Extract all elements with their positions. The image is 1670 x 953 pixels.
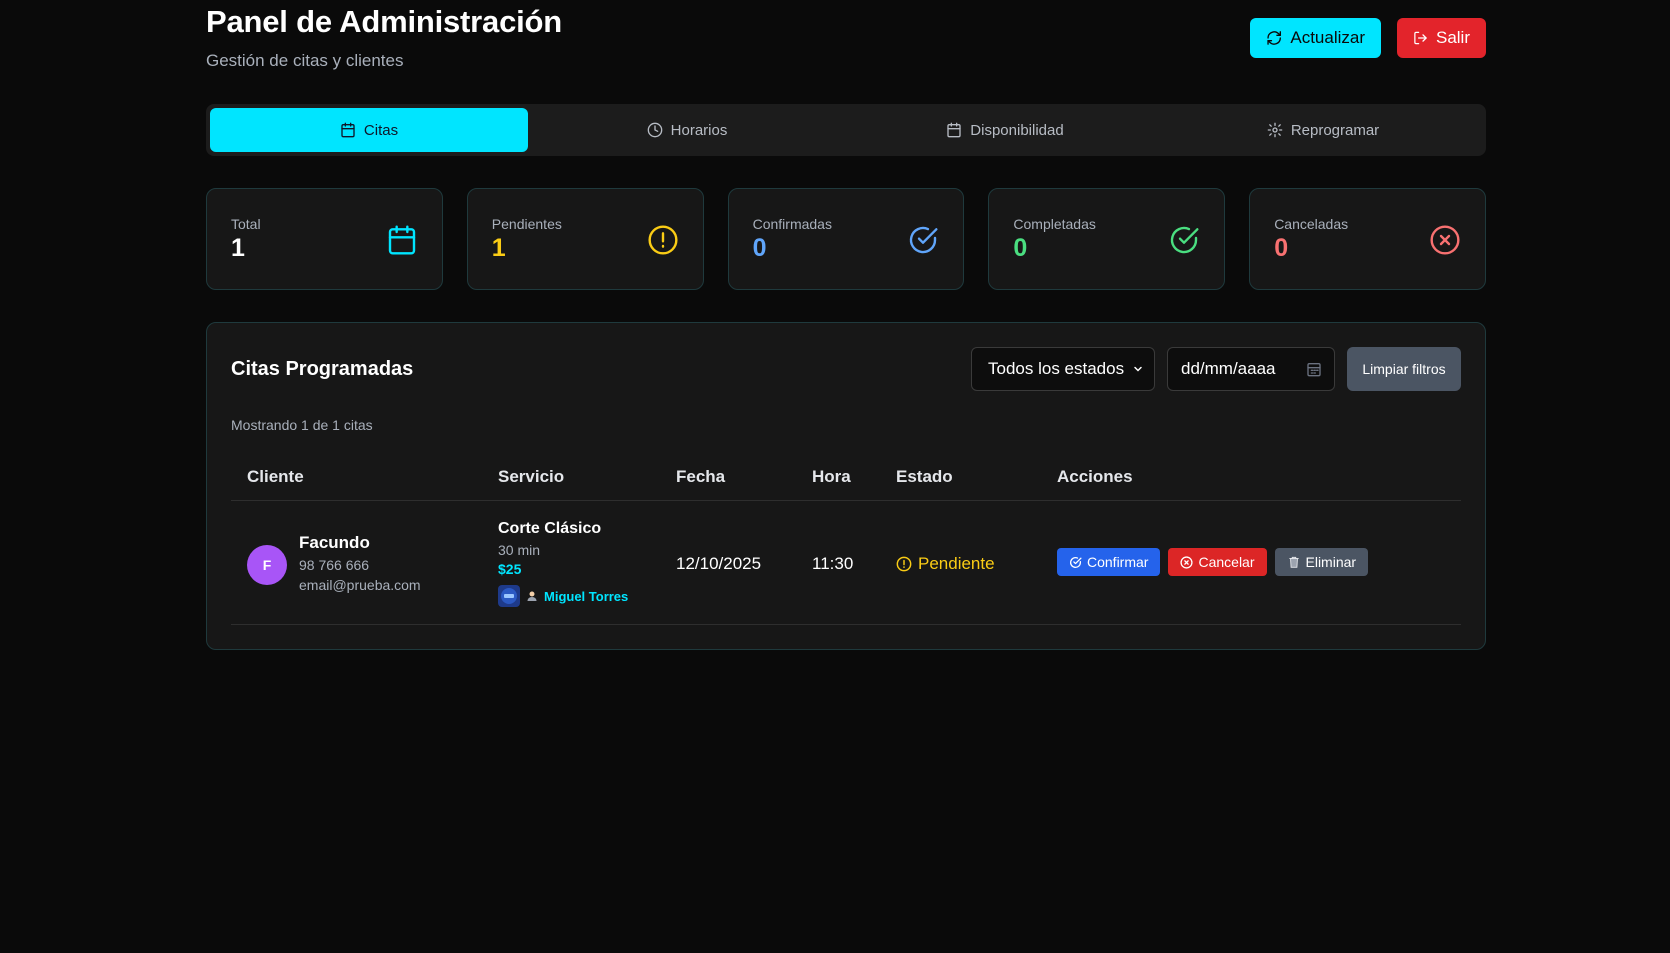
confirm-button[interactable]: Confirmar — [1057, 548, 1161, 576]
calendar-icon — [947, 122, 961, 138]
client-email: email@prueba.com — [299, 577, 421, 593]
stat-card-cancelled: Canceladas 0 — [1249, 188, 1486, 290]
appointments-panel: Citas Programadas Todos los estados dd/m… — [206, 322, 1486, 650]
status-label: Pendiente — [918, 554, 995, 573]
barber-logo — [498, 585, 520, 607]
service-duration: 30 min — [498, 542, 541, 558]
table-header: Cliente Servicio Fecha Hora Estado Accio… — [231, 463, 1461, 501]
clear-filters-button[interactable]: Limpiar filtros — [1347, 347, 1461, 391]
confirm-label: Confirmar — [1087, 554, 1149, 570]
stat-value: 0 — [1013, 234, 1028, 262]
barber-name: Miguel Torres — [544, 588, 629, 604]
check-circle-icon — [1070, 556, 1082, 568]
user-icon — [527, 591, 537, 601]
column-header-status: Estado — [896, 467, 953, 486]
calendar-icon — [388, 225, 415, 255]
logout-icon — [1414, 31, 1427, 45]
column-header-date: Fecha — [676, 467, 726, 486]
page-title: Panel de Administración — [206, 4, 563, 39]
tab-label: Reprogramar — [1290, 121, 1380, 139]
check-circle-icon — [1171, 226, 1199, 254]
column-header-time: Hora — [812, 467, 851, 486]
table-row: F Facundo 98 766 666 email@prueba.com Co… — [231, 501, 1461, 625]
barber-info: Miguel Torres — [498, 585, 628, 607]
appointment-time: 11:30 — [812, 554, 854, 573]
status-badge: Pendiente — [896, 554, 995, 574]
column-header-actions: Acciones — [1057, 467, 1133, 486]
alert-circle-icon — [648, 225, 678, 255]
tab-label: Disponibilidad — [970, 121, 1064, 139]
service-price: $25 — [498, 561, 522, 577]
admin-page: Panel de Administración Gestión de citas… — [0, 0, 1670, 953]
page-subtitle: Gestión de citas y clientes — [206, 51, 404, 70]
stat-card-completed: Completadas 0 — [988, 188, 1226, 290]
stat-card-pending: Pendientes 1 — [466, 188, 704, 290]
client-phone: 98 766 666 — [299, 557, 370, 573]
chevron-down-icon — [1134, 366, 1142, 372]
tab-horarios[interactable]: Horarios — [528, 108, 846, 152]
stat-label: Completadas — [1013, 216, 1096, 232]
date-placeholder: dd/mm/aaaa — [1181, 359, 1276, 378]
page-header: Panel de Administración Gestión de citas… — [206, 0, 1486, 90]
x-circle-icon — [1430, 225, 1460, 255]
calendar-icon[interactable] — [1306, 361, 1322, 377]
stat-value: 1 — [491, 234, 506, 262]
tab-label: Horarios — [670, 121, 728, 139]
refresh-icon — [1267, 31, 1281, 45]
tab-reprogramar[interactable]: Reprogramar — [1164, 108, 1482, 152]
panel-title: Citas Programadas — [231, 358, 414, 380]
stat-label: Total — [231, 216, 261, 232]
status-filter-select[interactable]: Todos los estados — [971, 347, 1155, 391]
refresh-label: Actualizar — [1290, 28, 1365, 47]
trash-icon — [1288, 556, 1299, 568]
filters-bar: Todos los estados dd/mm/aaaa Limpiar fil… — [971, 347, 1461, 391]
tab-citas[interactable]: Citas — [210, 108, 528, 152]
appointment-date: 12/10/2025 — [676, 554, 762, 573]
stat-value: 0 — [752, 234, 767, 262]
stat-card-confirmed: Confirmadas 0 — [727, 188, 965, 290]
column-header-service: Servicio — [498, 467, 565, 486]
date-filter-input[interactable]: dd/mm/aaaa — [1167, 347, 1335, 391]
column-header-client: Cliente — [247, 467, 304, 486]
alert-circle-icon — [896, 556, 912, 572]
results-count: Mostrando 1 de 1 citas — [231, 417, 373, 433]
delete-label: Eliminar — [1305, 554, 1357, 570]
logout-button[interactable]: Salir — [1397, 18, 1486, 58]
stat-value: 0 — [1274, 234, 1289, 262]
service-name: Corte Clásico — [498, 520, 602, 537]
cancel-label: Cancelar — [1198, 554, 1255, 570]
tab-bar: Citas Horarios Disponibilidad Reprograma… — [206, 104, 1486, 156]
row-actions: Confirmar Cancelar Eliminar — [1057, 548, 1369, 576]
delete-button[interactable]: Eliminar — [1274, 548, 1369, 576]
clock-icon — [647, 122, 662, 138]
check-circle-icon — [910, 226, 938, 254]
barbershop-logo-icon — [501, 588, 517, 604]
stat-label: Canceladas — [1274, 216, 1349, 232]
status-filter-value: Todos los estados — [988, 359, 1125, 378]
stat-card-total: Total 1 — [206, 188, 443, 290]
calendar-icon — [341, 122, 355, 138]
refresh-button[interactable]: Actualizar — [1250, 18, 1381, 58]
cancel-button[interactable]: Cancelar — [1168, 548, 1267, 576]
logout-label: Salir — [1435, 28, 1470, 47]
client-name: Facundo — [299, 533, 370, 552]
tab-label: Citas — [363, 121, 399, 139]
header-actions: Actualizar Salir — [1250, 18, 1486, 58]
stat-value: 1 — [231, 234, 245, 262]
x-circle-icon — [1180, 555, 1194, 569]
stat-label: Confirmadas — [752, 216, 832, 232]
main-container: Panel de Administración Gestión de citas… — [206, 0, 1486, 650]
stat-label: Pendientes — [491, 216, 562, 232]
gear-icon — [1267, 122, 1283, 138]
avatar: F — [247, 545, 287, 585]
tab-disponibilidad[interactable]: Disponibilidad — [846, 108, 1164, 152]
stats-row: Total 1 Pendientes 1 Confirmadas 0 Compl… — [206, 188, 1486, 290]
